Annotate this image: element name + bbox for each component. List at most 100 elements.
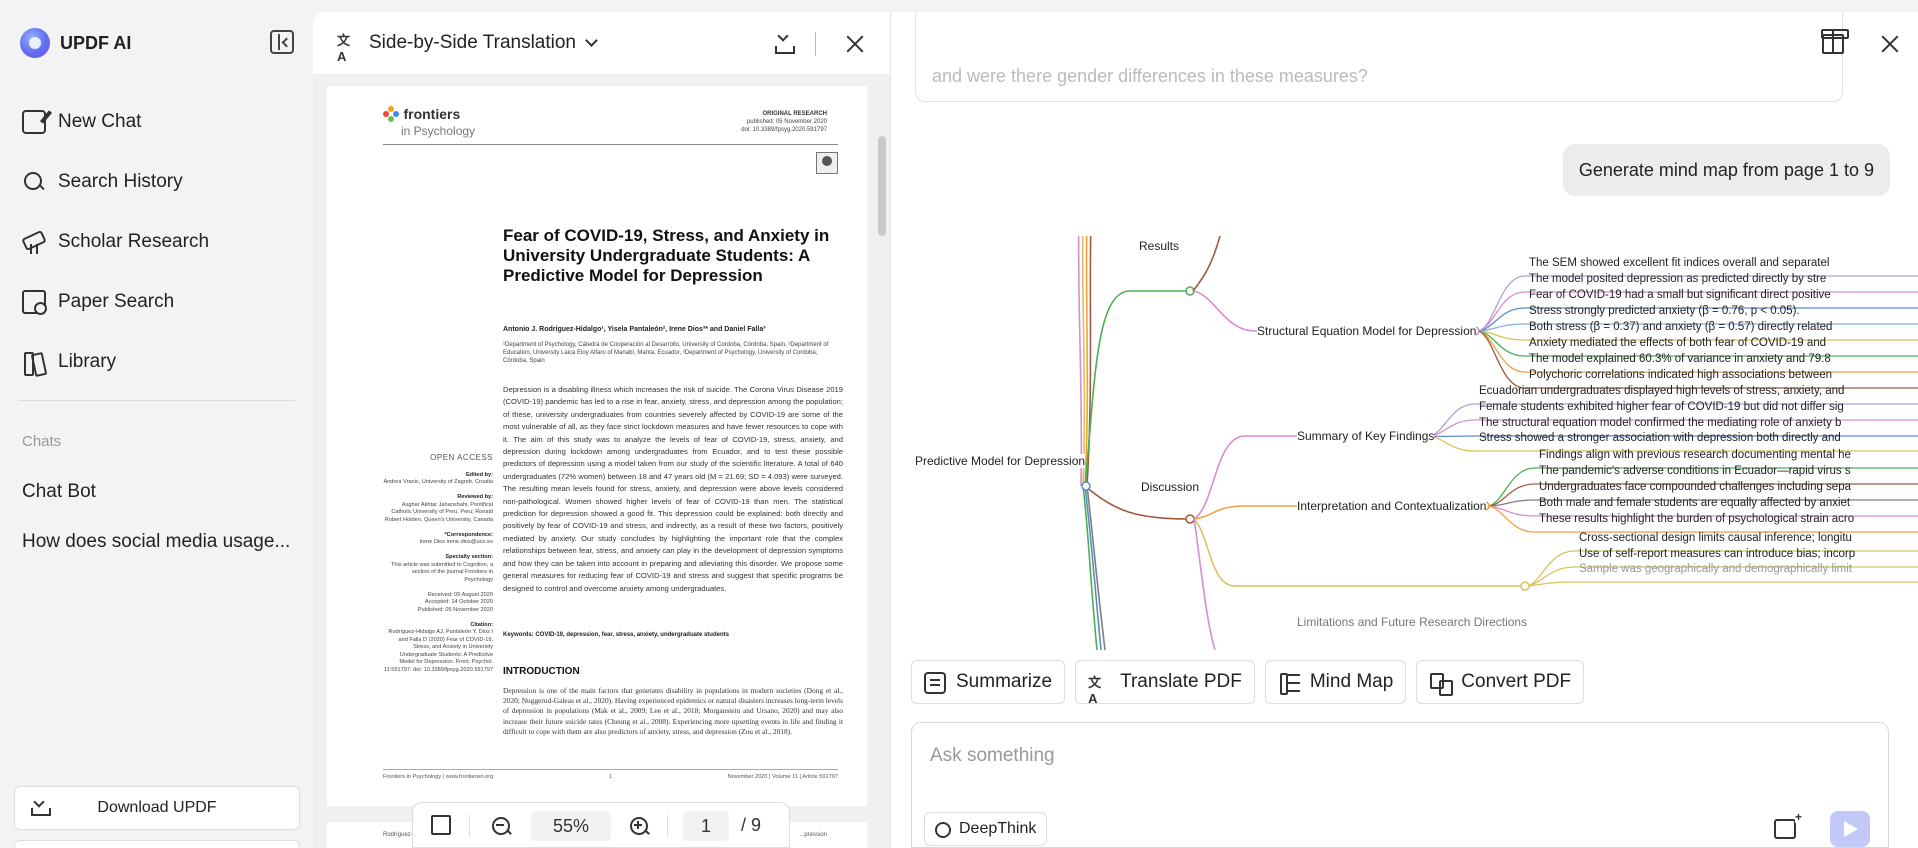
- deepthink-icon: [935, 822, 951, 838]
- new-chat-icon: [22, 110, 46, 134]
- download-icon[interactable]: [773, 32, 797, 56]
- translate-icon: 文A: [1088, 675, 1102, 706]
- chat-history-item[interactable]: Chat Bot: [22, 481, 292, 503]
- paper-affiliations: ¹Department of Psychology, Cátedra de Co…: [503, 342, 829, 364]
- close-icon[interactable]: [845, 34, 865, 54]
- mind-map-leaf[interactable]: Stress strongly predicted anxiety (β = 0…: [1529, 305, 1800, 317]
- sidebar-item-search-history[interactable]: Search History: [22, 152, 209, 212]
- article-type: ORIGINAL RESEARCH: [762, 111, 827, 117]
- journal-logo: frontiers in Psychology: [383, 106, 475, 138]
- pdf-scrollbar[interactable]: [878, 136, 886, 236]
- mind-map-node-results[interactable]: Results: [1139, 239, 1180, 253]
- mind-map-leaf[interactable]: Undergraduates face compounded challenge…: [1539, 481, 1851, 493]
- mind-map-node-limitations[interactable]: Limitations and Future Research Directio…: [1297, 615, 1528, 629]
- pdf-viewport[interactable]: frontiers in Psychology ORIGINAL RESEARC…: [313, 74, 890, 848]
- toolbar-separator: [667, 815, 668, 837]
- check-updates-badge-icon: [816, 152, 838, 174]
- mind-map-button[interactable]: Mind Map: [1264, 660, 1407, 704]
- sidebar: UPDF AI New Chat Search History Scholar …: [0, 0, 313, 848]
- published-date: Published: 05 November 2020: [417, 606, 493, 613]
- send-button[interactable]: [1830, 811, 1870, 847]
- pdf-page: frontiers in Psychology ORIGINAL RESEARC…: [327, 86, 867, 806]
- sidebar-nav: New Chat Search History Scholar Research…: [22, 92, 209, 392]
- footer-right: November 2020 | Volume 11 | Article 5917…: [727, 774, 838, 780]
- gift-icon[interactable]: [1821, 29, 1849, 54]
- app-window: UPDF AI New Chat Search History Scholar …: [0, 0, 1918, 848]
- previous-message-bubble: and were there gender differences in the…: [915, 12, 1843, 102]
- chat-input[interactable]: [930, 741, 1830, 771]
- sidebar-bottom-card: [14, 840, 300, 848]
- mind-map[interactable]: Predictive Model for Depression Results …: [915, 236, 1918, 650]
- mind-map-node-interpretation[interactable]: Interpretation and Contextualization: [1297, 499, 1487, 513]
- mind-map-leaf[interactable]: The model explained 60.3% of variance in…: [1529, 353, 1831, 365]
- add-image-icon[interactable]: [1774, 811, 1803, 839]
- mind-map-leaf[interactable]: Cross-sectional design limits causal inf…: [1579, 532, 1852, 544]
- zoom-level[interactable]: 55%: [531, 811, 611, 841]
- mind-map-leaf[interactable]: Sample was geographically and demographi…: [1579, 563, 1852, 575]
- footer-page-number: 1: [608, 774, 612, 780]
- mind-map-leaf[interactable]: Female students exhibited higher fear of…: [1479, 401, 1844, 413]
- mind-map-node-summary[interactable]: Summary of Key Findings: [1297, 429, 1435, 443]
- sidebar-divider: [18, 400, 295, 401]
- mind-map-leaf[interactable]: Ecuadorian undergraduates displayed high…: [1479, 385, 1844, 397]
- close-icon[interactable]: [1880, 34, 1900, 54]
- published-line: published: 05 November 2020: [746, 119, 827, 125]
- specialty: This article was submitted to Cognition,…: [391, 561, 493, 583]
- sidebar-item-new-chat[interactable]: New Chat: [22, 92, 209, 152]
- intro-text: Depression is one of the main factors th…: [503, 686, 843, 736]
- journal-name: frontiers: [403, 106, 461, 122]
- fit-page-icon[interactable]: [431, 815, 451, 835]
- mind-map-leaf[interactable]: Stress showed a stronger association wit…: [1479, 432, 1841, 444]
- sidebar-item-label: New Chat: [58, 111, 142, 132]
- page-total: / 9: [741, 815, 762, 835]
- chat-input-box: DeepThink: [911, 722, 1889, 848]
- translation-mode-title[interactable]: Side-by-Side Translation: [369, 32, 576, 54]
- intro-heading: INTRODUCTION: [503, 666, 580, 677]
- mind-map-leaf[interactable]: The SEM showed excellent fit indices ove…: [1529, 257, 1829, 269]
- chevron-down-icon[interactable]: [585, 34, 598, 47]
- sidebar-item-paper-search[interactable]: Paper Search: [22, 272, 209, 332]
- mind-map-leaf[interactable]: These results highlight the burden of ps…: [1539, 513, 1854, 525]
- chat-history-item[interactable]: How does social media usage...: [22, 531, 292, 553]
- mind-map-leaf[interactable]: Anxiety mediated the effects of both fea…: [1529, 337, 1826, 349]
- paper-title: Fear of COVID-19, Stress, and Anxiety in…: [503, 226, 830, 285]
- mind-map-leaf[interactable]: Fear of COVID-19 had a small but signifi…: [1529, 289, 1831, 301]
- mind-map-leaf[interactable]: The structural equation model confirmed …: [1479, 417, 1841, 429]
- download-updf-button[interactable]: Download UPDF: [14, 786, 300, 830]
- collapse-sidebar-icon[interactable]: [270, 30, 294, 54]
- zoom-out-icon[interactable]: [491, 816, 511, 836]
- mind-map-leaf[interactable]: The model posited depression as predicte…: [1529, 273, 1826, 285]
- citation: Rodríguez-Hidalgo AJ, Pantaleón Y, Dios …: [383, 629, 493, 673]
- mind-map-leaf[interactable]: The pandemic's adverse conditions in Ecu…: [1539, 465, 1851, 477]
- zoom-in-icon[interactable]: [629, 816, 649, 836]
- convert-pdf-button[interactable]: Convert PDF: [1416, 660, 1585, 704]
- brand: UPDF AI: [20, 28, 131, 58]
- citation-label: Citation:: [470, 621, 493, 628]
- edited-by: Andrea Vranic, University of Zagreb, Cro…: [383, 479, 493, 485]
- telescope-icon: [22, 230, 46, 254]
- ai-chat-panel: and were there gender differences in the…: [890, 12, 1918, 848]
- sidebar-item-label: Scholar Research: [58, 231, 210, 252]
- summarize-label: Summarize: [956, 671, 1053, 692]
- mind-map-leaf[interactable]: Both male and female students are equall…: [1539, 497, 1850, 509]
- correspondence: Irene Dios irene.dios@uco.es: [419, 539, 493, 545]
- mind-map-node-discussion[interactable]: Discussion: [1141, 480, 1200, 494]
- sidebar-item-library[interactable]: Library: [22, 332, 209, 392]
- summarize-button[interactable]: Summarize: [911, 660, 1066, 704]
- pdf-footer: Frontiers in Psychology | www.frontiersi…: [383, 774, 838, 780]
- mind-map-leaf[interactable]: Findings align with previous research do…: [1539, 449, 1851, 461]
- translation-panel: 文A Side-by-Side Translation frontiers in…: [313, 12, 890, 848]
- deepthink-toggle[interactable]: DeepThink: [924, 812, 1048, 846]
- library-icon: [22, 350, 46, 376]
- sidebar-item-scholar-research[interactable]: Scholar Research: [22, 212, 209, 272]
- page-number-input[interactable]: 1: [683, 811, 729, 841]
- mind-map-leaf[interactable]: Use of self-report measures can introduc…: [1579, 548, 1855, 560]
- mind-map-leaf[interactable]: Polychoric correlations indicated high a…: [1529, 369, 1832, 381]
- mind-map-root[interactable]: Predictive Model for Depression: [915, 454, 1086, 468]
- mind-map-leaf[interactable]: Both stress (β = 0.37) and anxiety (β = …: [1529, 321, 1832, 333]
- translate-icon: 文A: [337, 33, 351, 64]
- translate-pdf-button[interactable]: 文A Translate PDF: [1075, 660, 1255, 706]
- paper-keywords: Keywords: COVID-19, depression, fear, st…: [503, 632, 729, 638]
- header-rule: [383, 144, 838, 145]
- mind-map-node-sem[interactable]: Structural Equation Model for Depression: [1257, 324, 1477, 338]
